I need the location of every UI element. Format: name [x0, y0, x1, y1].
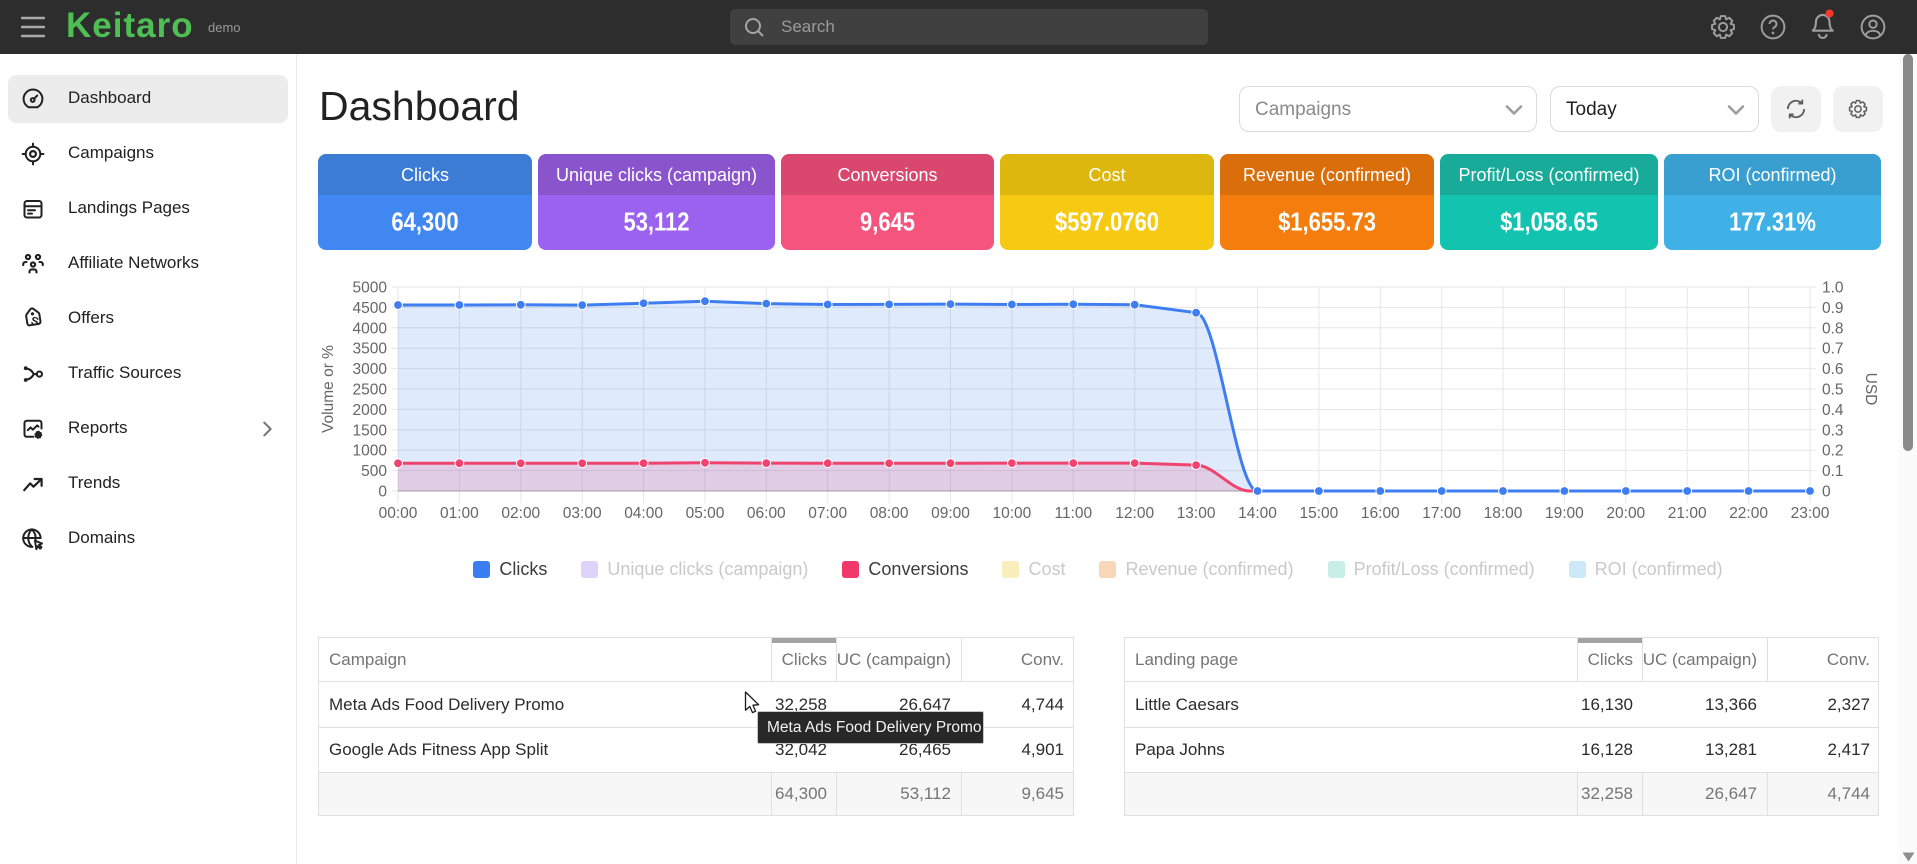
- svg-text:03:00: 03:00: [563, 505, 602, 522]
- svg-text:500: 500: [361, 463, 387, 480]
- svg-text:0.9: 0.9: [1822, 300, 1844, 317]
- svg-text:08:00: 08:00: [870, 505, 909, 522]
- svg-text:2000: 2000: [353, 402, 388, 419]
- svg-text:14:00: 14:00: [1238, 505, 1277, 522]
- svg-text:21:00: 21:00: [1668, 505, 1707, 522]
- svg-text:1.0: 1.0: [1822, 280, 1844, 297]
- svg-text:0.2: 0.2: [1822, 443, 1844, 460]
- svg-text:1000: 1000: [353, 443, 388, 460]
- svg-text:0.8: 0.8: [1822, 320, 1844, 337]
- svg-text:0: 0: [378, 484, 387, 501]
- svg-text:2500: 2500: [353, 382, 388, 399]
- svg-text:0.3: 0.3: [1822, 422, 1844, 439]
- svg-text:S: S: [30, 315, 41, 329]
- svg-text:5000: 5000: [353, 280, 388, 297]
- svg-text:19:00: 19:00: [1545, 505, 1584, 522]
- svg-text:01:00: 01:00: [440, 505, 479, 522]
- svg-text:20:00: 20:00: [1606, 505, 1645, 522]
- svg-text:13:00: 13:00: [1177, 505, 1216, 522]
- svg-text:0.1: 0.1: [1822, 463, 1844, 480]
- svg-text:02:00: 02:00: [501, 505, 540, 522]
- svg-text:0.5: 0.5: [1822, 382, 1844, 399]
- svg-text:0: 0: [1822, 484, 1831, 501]
- svg-text:22:00: 22:00: [1729, 505, 1768, 522]
- svg-text:12:00: 12:00: [1115, 505, 1154, 522]
- svg-text:07:00: 07:00: [808, 505, 847, 522]
- svg-text:0.4: 0.4: [1822, 402, 1844, 419]
- svg-text:04:00: 04:00: [624, 505, 663, 522]
- svg-text:10:00: 10:00: [993, 505, 1032, 522]
- svg-text:16:00: 16:00: [1361, 505, 1400, 522]
- svg-text:00:00: 00:00: [379, 505, 418, 522]
- svg-text:4500: 4500: [353, 300, 388, 317]
- svg-text:09:00: 09:00: [931, 505, 970, 522]
- svg-text:4000: 4000: [353, 320, 388, 337]
- svg-text:05:00: 05:00: [686, 505, 725, 522]
- svg-text:0.7: 0.7: [1822, 341, 1844, 358]
- svg-text:3500: 3500: [353, 341, 388, 358]
- svg-text:Volume or %: Volume or %: [320, 345, 337, 433]
- svg-text:3000: 3000: [353, 361, 388, 378]
- svg-text:USD: USD: [1862, 373, 1879, 406]
- svg-text:15:00: 15:00: [1300, 505, 1339, 522]
- svg-text:1500: 1500: [353, 422, 388, 439]
- svg-text:0.6: 0.6: [1822, 361, 1844, 378]
- svg-text:23:00: 23:00: [1791, 505, 1830, 522]
- svg-text:11:00: 11:00: [1054, 505, 1092, 522]
- svg-text:18:00: 18:00: [1484, 505, 1523, 522]
- svg-text:17:00: 17:00: [1422, 505, 1461, 522]
- svg-text:06:00: 06:00: [747, 505, 786, 522]
